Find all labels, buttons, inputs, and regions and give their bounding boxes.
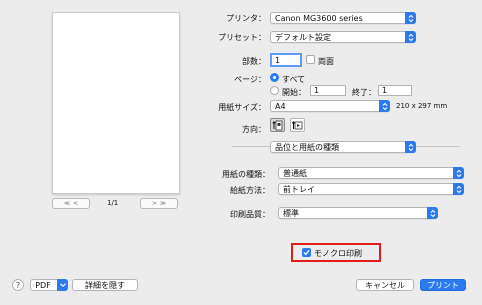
- last-page-label: ≫: [159, 200, 167, 207]
- popup-arrows-icon: [405, 141, 416, 153]
- pages-label: ページ：: [234, 75, 266, 84]
- paper-size-popup[interactable]: A4: [270, 100, 390, 112]
- section-value: 品位と用紙の種類: [275, 142, 339, 152]
- print-quality-popup[interactable]: 標準: [278, 207, 438, 219]
- print-label: プリント: [427, 280, 459, 290]
- next-page-label: >: [151, 200, 157, 207]
- orientation-label: 方向：: [242, 125, 266, 134]
- pages-range-radio[interactable]: [270, 86, 279, 95]
- media-type-label: 用紙の種類：: [222, 170, 270, 179]
- first-page-label: ≪: [63, 200, 71, 207]
- printer-label: プリンタ：: [226, 14, 266, 23]
- help-button[interactable]: ?: [12, 279, 24, 291]
- prev-page-label: <: [73, 200, 79, 207]
- preset-popup[interactable]: デフォルト設定: [270, 31, 416, 43]
- duplex-checkbox[interactable]: [306, 55, 315, 64]
- paper-source-value: 前トレイ: [283, 184, 315, 194]
- landscape-orientation-button[interactable]: [290, 118, 305, 132]
- paper-source-popup[interactable]: 前トレイ: [278, 183, 464, 195]
- hide-details-label: 詳細を隠す: [85, 280, 125, 290]
- copies-value: 1: [275, 55, 281, 65]
- pages-all-radio[interactable]: [270, 73, 279, 82]
- popup-arrows-icon: [405, 12, 416, 24]
- paper-dimensions: 210 x 297 mm: [396, 102, 448, 110]
- printer-popup[interactable]: Canon MG3600 series: [270, 12, 416, 24]
- grayscale-checkbox[interactable]: [302, 248, 311, 257]
- page-counter: 1/1: [107, 199, 119, 207]
- popup-arrows-icon: [405, 31, 416, 43]
- cancel-button[interactable]: キャンセル: [356, 279, 414, 291]
- media-type-popup[interactable]: 普通紙: [278, 167, 464, 179]
- grayscale-label: モノクロ印刷: [314, 249, 362, 258]
- pages-to-field[interactable]: 1: [378, 85, 412, 96]
- next-page-button[interactable]: > ≫: [140, 198, 178, 209]
- chevron-down-icon: [57, 279, 68, 291]
- popup-arrows-icon: [427, 207, 438, 219]
- print-button[interactable]: プリント: [420, 279, 466, 291]
- print-quality-label: 印刷品質：: [230, 210, 270, 219]
- print-quality-value: 標準: [283, 208, 299, 218]
- pages-all-label: すべて: [282, 75, 306, 84]
- pages-from-label: 開始：: [282, 88, 306, 97]
- pdf-label: PDF: [35, 280, 51, 290]
- media-type-value: 普通紙: [283, 168, 307, 178]
- copies-field[interactable]: 1: [270, 53, 302, 67]
- pdf-menu-button[interactable]: PDF: [30, 279, 68, 291]
- pages-to-value: 1: [382, 86, 388, 95]
- portrait-icon: [272, 120, 283, 130]
- paper-source-label: 給紙方法：: [230, 186, 270, 195]
- duplex-label: 両面: [318, 57, 334, 66]
- printer-value: Canon MG3600 series: [275, 13, 363, 23]
- section-popup[interactable]: 品位と用紙の種類: [270, 141, 416, 153]
- hide-details-button[interactable]: 詳細を隠す: [72, 279, 138, 291]
- first-page-button[interactable]: ≪ <: [52, 198, 90, 209]
- pages-to-label: 終了：: [352, 88, 376, 97]
- landscape-icon: [292, 120, 303, 129]
- paper-size-value: A4: [275, 101, 286, 111]
- pages-from-value: 1: [314, 86, 320, 95]
- copies-label: 部数：: [242, 57, 266, 66]
- paper-size-label: 用紙サイズ：: [218, 103, 266, 112]
- checkmark-icon: [303, 249, 310, 256]
- print-preview-page: [52, 12, 180, 194]
- popup-arrows-icon: [379, 100, 390, 112]
- pages-from-field[interactable]: 1: [310, 85, 346, 96]
- popup-arrows-icon: [453, 167, 464, 179]
- popup-arrows-icon: [453, 183, 464, 195]
- preset-value: デフォルト設定: [275, 32, 331, 42]
- preset-label: プリセット：: [218, 33, 266, 42]
- help-icon: ?: [15, 280, 21, 290]
- cancel-label: キャンセル: [365, 280, 405, 290]
- portrait-orientation-button[interactable]: [270, 118, 285, 132]
